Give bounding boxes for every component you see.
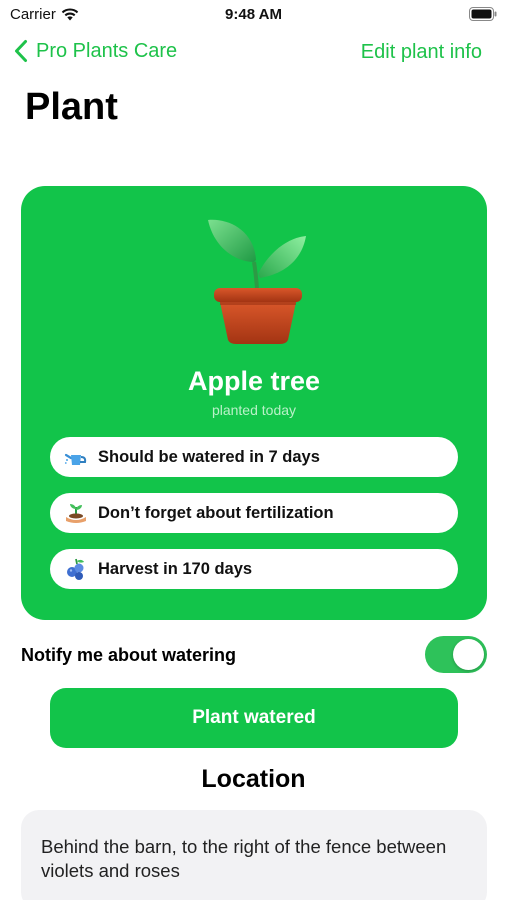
reminder-harvest-text: Harvest in 170 days	[98, 559, 253, 578]
seedling-hand-icon	[66, 504, 86, 523]
reminder-fertilization-text: Don’t forget about fertilization	[98, 503, 334, 522]
plant-watered-button[interactable]: Plant watered	[50, 688, 458, 748]
navigation-bar: Pro Plants Care Edit plant info	[0, 36, 507, 70]
edit-plant-info-button[interactable]: Edit plant info	[361, 41, 482, 64]
plant-card: Apple tree planted today Should be water…	[21, 186, 487, 620]
back-button[interactable]: Pro Plants Care	[14, 39, 177, 63]
status-bar: Carrier 9:48 AM	[0, 0, 507, 30]
notify-watering-label: Notify me about watering	[21, 645, 237, 665]
toggle-knob	[453, 639, 484, 670]
status-time: 9:48 AM	[225, 6, 282, 23]
chevron-left-icon	[15, 40, 27, 62]
berries-icon	[67, 558, 84, 580]
location-description: Behind the barn, to the right of the fen…	[21, 810, 487, 900]
reminder-harvest: Harvest in 170 days	[50, 549, 458, 589]
reminder-watering: Should be watered in 7 days	[50, 437, 458, 477]
reminder-watering-text: Should be watered in 7 days	[98, 447, 320, 466]
notify-watering-row: Notify me about watering	[21, 636, 487, 674]
reminder-fertilization: Don’t forget about fertilization	[50, 493, 458, 533]
watering-can-icon	[64, 453, 87, 465]
location-title: Location	[201, 765, 306, 793]
notify-watering-toggle[interactable]	[425, 636, 487, 673]
back-button-label: Pro Plants Care	[36, 39, 178, 62]
potted-plant-icon	[208, 219, 306, 344]
battery-icon	[469, 7, 497, 21]
plant-name: Apple tree	[187, 366, 321, 396]
page-title: Plant	[25, 86, 118, 128]
plant-subtitle: planted today	[211, 402, 297, 418]
